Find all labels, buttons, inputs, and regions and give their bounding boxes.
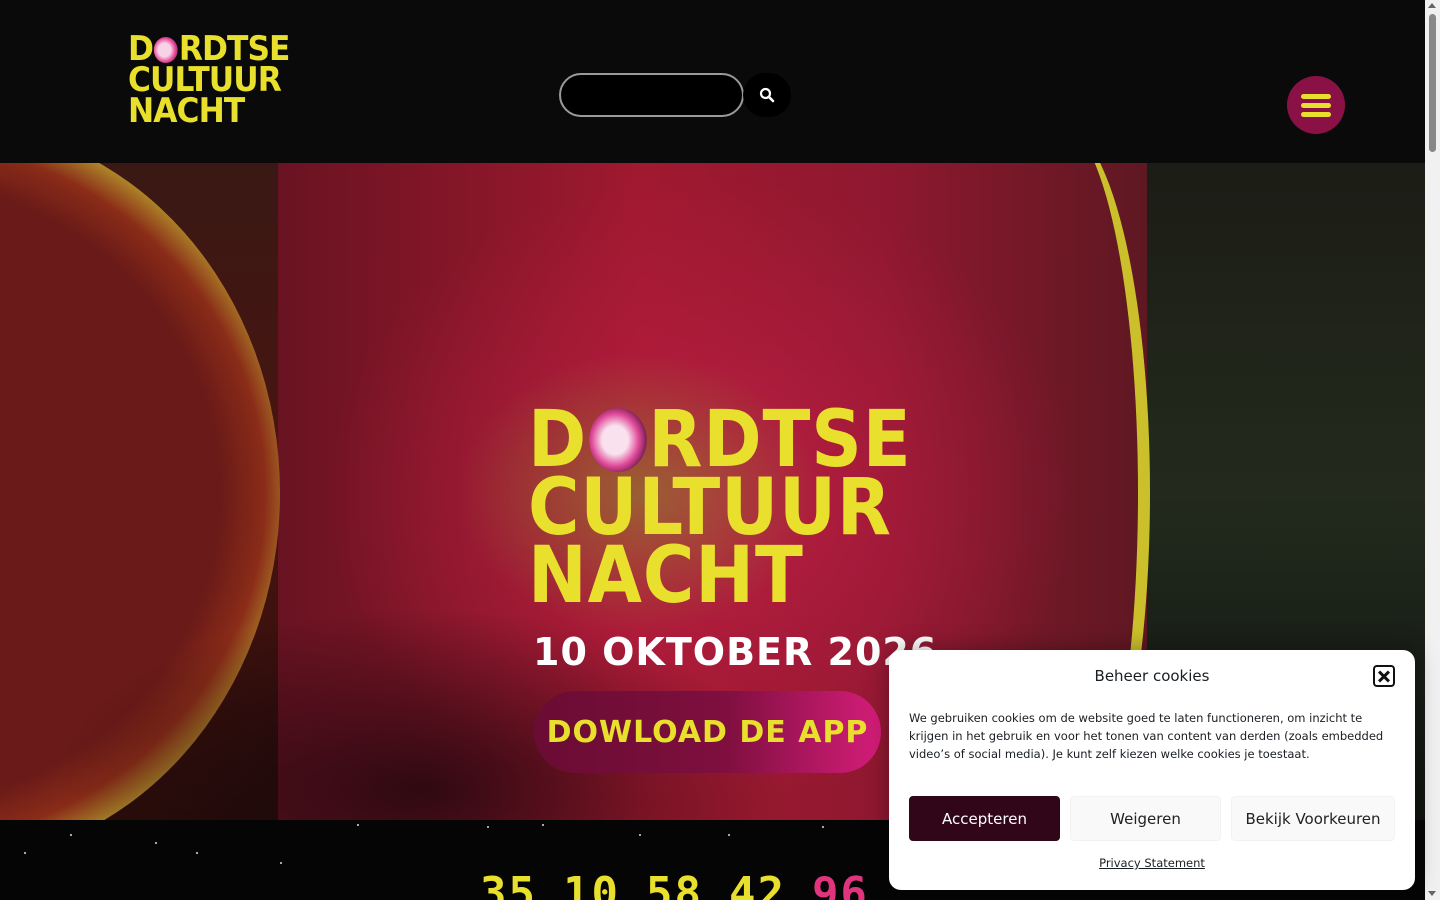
view-preferences-button[interactable]: Bekijk Voorkeuren (1231, 796, 1395, 841)
site-header: D RDTSE CULTUUR NACHT (0, 0, 1425, 163)
site-logo[interactable]: D RDTSE CULTUUR NACHT (128, 32, 304, 131)
hamburger-menu-icon (1301, 94, 1331, 99)
search-form (559, 73, 791, 117)
close-icon[interactable] (1373, 665, 1395, 687)
privacy-statement-link[interactable]: Privacy Statement (889, 856, 1415, 870)
hamburger-menu-icon (1301, 112, 1331, 117)
deny-cookies-button[interactable]: Weigeren (1070, 796, 1221, 841)
accept-cookies-button[interactable]: Accepteren (909, 796, 1060, 841)
page-scrollbar[interactable] (1425, 0, 1440, 900)
hero-title: D RDTSE CULTUUR NACHT (528, 401, 954, 621)
countdown-timer: 35 10 58 42 96 (480, 868, 895, 900)
countdown-minutes: 58 (645, 868, 703, 900)
hamburger-menu-icon (1301, 103, 1331, 108)
countdown-hours: 10 (562, 868, 620, 900)
event-date: 10 OKTOBER 2026 (533, 630, 938, 674)
search-icon (759, 87, 775, 103)
search-button[interactable] (743, 73, 791, 117)
cookie-dialog-title: Beheer cookies (1094, 667, 1210, 685)
countdown-fraction: 96 (811, 868, 869, 900)
logo-line-3: NACHT (128, 91, 245, 131)
hero-title-line-3: NACHT (528, 531, 804, 621)
cookie-dialog-text: We gebruiken cookies om de website goed … (909, 711, 1384, 761)
scrollbar-thumb[interactable] (1429, 14, 1436, 152)
countdown-days: 35 (480, 868, 537, 900)
menu-button[interactable] (1287, 76, 1345, 134)
scroll-up-arrow-icon[interactable] (1428, 3, 1436, 8)
search-input[interactable] (559, 73, 744, 117)
countdown-seconds: 42 (728, 868, 786, 900)
download-app-button[interactable]: DOWLOAD DE APP (534, 691, 881, 773)
scroll-down-arrow-icon[interactable] (1428, 891, 1436, 896)
cookie-consent-dialog: Beheer cookies We gebruiken cookies om d… (889, 650, 1415, 890)
